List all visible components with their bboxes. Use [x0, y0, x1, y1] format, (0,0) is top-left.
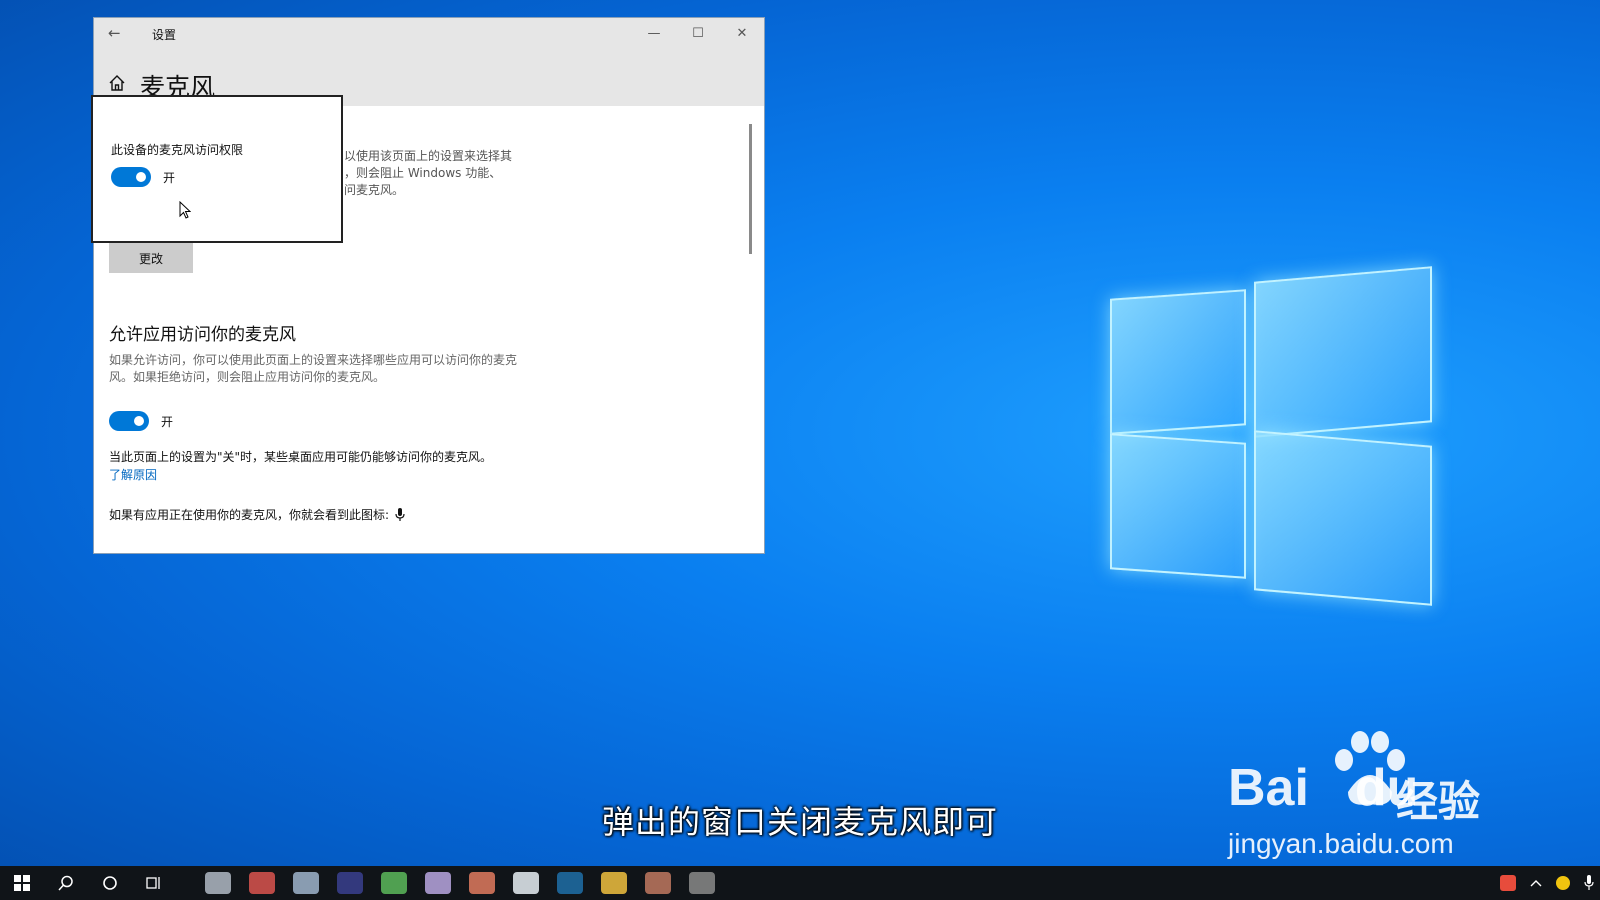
- toggle-knob: [136, 172, 146, 182]
- app-icon-8: [513, 872, 539, 894]
- tray-app-icon[interactable]: [1556, 876, 1570, 890]
- learn-more-link[interactable]: 了解原因: [109, 466, 157, 483]
- task-view-icon: [146, 877, 160, 889]
- taskbar-app[interactable]: [460, 866, 504, 900]
- taskbar-app[interactable]: [504, 866, 548, 900]
- app-icon-1: [205, 872, 231, 894]
- device-access-toggle-row: 开: [111, 167, 175, 187]
- start-button[interactable]: [0, 866, 44, 900]
- taskbar-app[interactable]: [328, 866, 372, 900]
- settings-icon: [689, 872, 715, 894]
- mic-usage-note: 如果有应用正在使用你的麦克风，你就会看到此图标:: [109, 506, 405, 523]
- popup-title: 此设备的麦克风访问权限: [111, 143, 244, 157]
- toggle-knob: [134, 416, 144, 426]
- toggle-label: 开: [161, 414, 174, 429]
- logo-pane: [1110, 433, 1246, 579]
- minimize-button[interactable]: —: [632, 18, 676, 48]
- sogou-input-icon[interactable]: [1500, 875, 1516, 891]
- chevron-up-icon[interactable]: [1530, 878, 1542, 888]
- taskbar: [0, 866, 1600, 900]
- app-icon-4: [337, 872, 363, 894]
- watermark-cn: 经验: [1396, 777, 1481, 826]
- taskbar-app[interactable]: [284, 866, 328, 900]
- logo-pane: [1110, 289, 1246, 435]
- home-icon[interactable]: [108, 74, 126, 92]
- device-access-toggle[interactable]: [111, 167, 151, 187]
- taskbar-app[interactable]: [240, 866, 284, 900]
- app-icon-3: [293, 872, 319, 894]
- watermark-brand-bai: Bai: [1228, 759, 1309, 817]
- app-icon-7: [469, 872, 495, 894]
- windows-logo: [1110, 250, 1440, 606]
- title-bar: ← 设置 — ☐ ✕ 麦克风: [94, 18, 764, 106]
- taskbar-app[interactable]: [636, 866, 680, 900]
- window-controls: — ☐ ✕: [632, 18, 764, 48]
- logo-pane: [1254, 430, 1432, 606]
- mic-note-text: 如果有应用正在使用你的麦克风，你就会看到此图标:: [109, 508, 390, 522]
- mouse-cursor-icon: [179, 201, 191, 219]
- taskbar-app[interactable]: [592, 866, 636, 900]
- chrome-icon: [249, 872, 275, 894]
- search-icon: [58, 875, 73, 891]
- taskbar-app[interactable]: [416, 866, 460, 900]
- close-button[interactable]: ✕: [720, 18, 764, 48]
- taskbar-app[interactable]: [548, 866, 592, 900]
- search-button[interactable]: [44, 866, 88, 900]
- change-button[interactable]: 更改: [109, 243, 193, 273]
- folder-icon: [601, 872, 627, 894]
- taskbar-app[interactable]: [680, 866, 724, 900]
- taskbar-app[interactable]: [196, 866, 240, 900]
- microphone-tray-icon[interactable]: [1584, 875, 1594, 891]
- cortana-icon: [103, 876, 117, 890]
- device-description: 以使用该页面上的设置来选择其 ，则会阻止 Windows 功能、 问麦克风。: [344, 149, 513, 197]
- windows-start-icon: [14, 875, 30, 891]
- desktop-apps-note: 当此页面上的设置为"关"时，某些桌面应用可能仍能够访问你的麦克风。: [109, 450, 493, 464]
- app-icon-5: [381, 872, 407, 894]
- cortana-button[interactable]: [88, 866, 132, 900]
- back-arrow-icon[interactable]: ←: [108, 24, 121, 42]
- section-heading: 允许应用访问你的麦克风: [109, 325, 296, 345]
- app-icon-6: [425, 872, 451, 894]
- scrollbar[interactable]: [749, 124, 752, 254]
- app-access-toggle[interactable]: [109, 411, 149, 431]
- app-icon-11: [645, 872, 671, 894]
- watermark-brand: Bai du: [1228, 758, 1418, 818]
- watermark-url: jingyan.baidu.com: [1228, 828, 1454, 859]
- toggle-label: 开: [163, 170, 176, 185]
- system-tray: [1500, 866, 1594, 900]
- taskbar-app[interactable]: [372, 866, 416, 900]
- maximize-button[interactable]: ☐: [676, 18, 720, 48]
- task-view-button[interactable]: [132, 866, 176, 900]
- taskbar-apps: [196, 866, 724, 900]
- app-title: 设置: [152, 28, 177, 42]
- section-description: 如果允许访问，你可以使用此页面上的设置来选择哪些应用可以访问你的麦克风。如果拒绝…: [109, 353, 518, 384]
- baidu-watermark: Bai du 经验 jingyan.baidu.com: [1228, 731, 1528, 862]
- device-access-popup: 此设备的麦克风访问权限 开: [91, 95, 343, 243]
- app-access-toggle-row: 开: [109, 411, 173, 431]
- logo-pane: [1254, 266, 1432, 438]
- microphone-icon: [395, 507, 405, 521]
- photoshop-icon: [557, 872, 583, 894]
